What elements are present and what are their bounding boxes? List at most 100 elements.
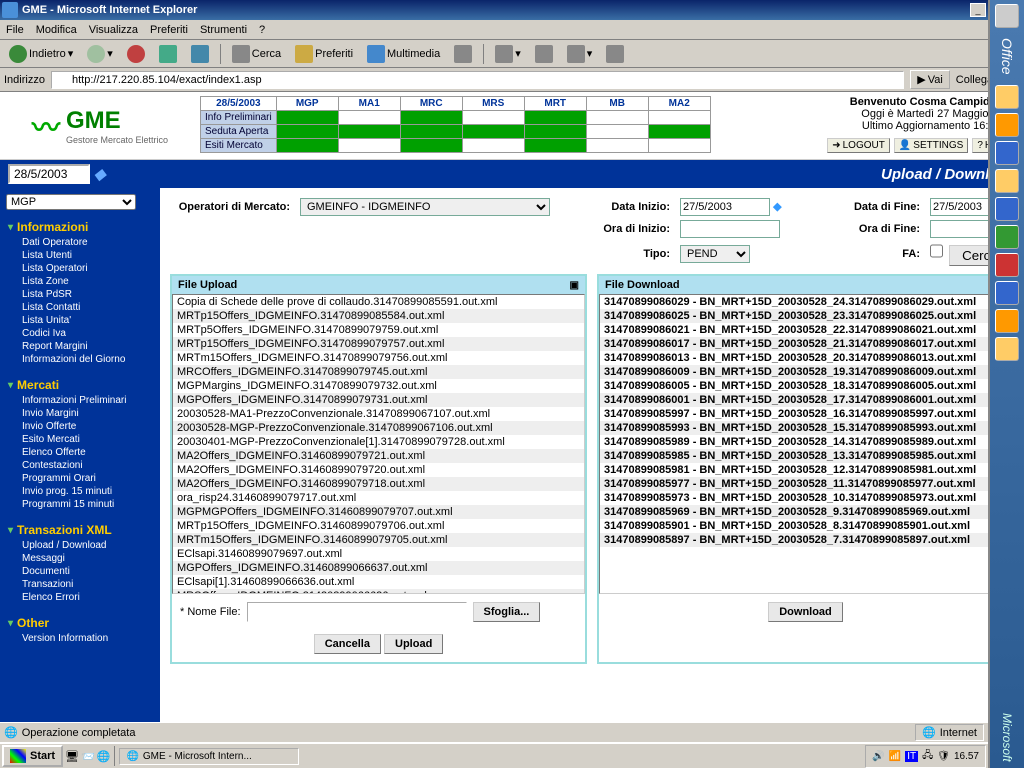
list-item[interactable]: MA2Offers_IDGMEINFO.31460899079721.out.x… — [173, 449, 584, 463]
list-item[interactable]: MRTp15Offers_IDGMEINFO.31470899085584.ou… — [173, 309, 584, 323]
minimize-button[interactable]: _ — [970, 3, 986, 17]
app-icon[interactable] — [995, 281, 1019, 305]
sidebar-item[interactable]: Upload / Download — [8, 539, 152, 552]
tipo-select[interactable]: PEND — [680, 245, 750, 263]
menu-visualizza[interactable]: Visualizza — [89, 24, 138, 36]
menu-modifica[interactable]: Modifica — [36, 24, 77, 36]
operator-select[interactable]: GMEINFO - IDGMEINFO — [300, 198, 550, 216]
list-item[interactable]: 31470899086021 - BN_MRT+15D_20030528_22.… — [600, 323, 1011, 337]
app-icon[interactable] — [995, 309, 1019, 333]
list-item[interactable]: MGPMargins_IDGMEINFO.31470899079732.out.… — [173, 379, 584, 393]
header-date-input[interactable] — [8, 164, 90, 184]
sidebar-item[interactable]: Lista Operatori — [8, 262, 152, 275]
app-icon[interactable] — [995, 253, 1019, 277]
list-item[interactable]: 20030528-MGP-PrezzoConvenzionale.3147089… — [173, 421, 584, 435]
app-icon[interactable] — [995, 85, 1019, 109]
mail-button[interactable]: ▾ — [490, 42, 526, 66]
tray-icon[interactable]: 🖧 — [922, 748, 933, 765]
nome-file-input[interactable] — [247, 602, 467, 622]
sidebar-item[interactable]: Elenco Errori — [8, 591, 152, 604]
app-icon[interactable] — [995, 337, 1019, 361]
address-input[interactable] — [51, 71, 904, 89]
sidebar-item[interactable]: Version Information — [8, 632, 152, 645]
list-item[interactable]: MRTm15Offers_IDGMEINFO.31460899079705.ou… — [173, 533, 584, 547]
quicklaunch-icon[interactable]: 🌐 — [97, 750, 111, 763]
tray-icon[interactable]: 📶 — [889, 751, 901, 762]
sidebar-item[interactable]: Invio prog. 15 minuti — [8, 485, 152, 498]
back-button[interactable]: Indietro ▾ — [4, 42, 78, 66]
favorites-button[interactable]: Preferiti — [290, 42, 358, 66]
data-inizio-input[interactable] — [680, 198, 770, 216]
list-item[interactable]: 31470899086009 - BN_MRT+15D_20030528_19.… — [600, 365, 1011, 379]
sidebar-item[interactable]: Informazioni Preliminari — [8, 394, 152, 407]
list-item[interactable]: 31470899085997 - BN_MRT+15D_20030528_16.… — [600, 407, 1011, 421]
tray-icon[interactable]: 🛡 — [937, 751, 950, 762]
calendar-icon[interactable]: ◆ — [773, 201, 781, 213]
sidebar-section[interactable]: Informazioni — [8, 220, 152, 234]
sidebar-item[interactable]: Lista Zone — [8, 275, 152, 288]
logout-button[interactable]: ➜ LOGOUT — [827, 138, 890, 153]
sidebar-item[interactable]: Informazioni del Giorno — [8, 353, 152, 366]
sidebar-item[interactable]: Documenti — [8, 565, 152, 578]
sidebar-item[interactable]: Lista Contatti — [8, 301, 152, 314]
collapse-icon[interactable]: ▣ — [570, 280, 579, 291]
sidebar-item[interactable]: Lista PdSR — [8, 288, 152, 301]
list-item[interactable]: 31470899086001 - BN_MRT+15D_20030528_17.… — [600, 393, 1011, 407]
sidebar-item[interactable]: Elenco Offerte — [8, 446, 152, 459]
list-item[interactable]: 31470899086005 - BN_MRT+15D_20030528_18.… — [600, 379, 1011, 393]
list-item[interactable]: MRTp15Offers_IDGMEINFO.31470899079757.ou… — [173, 337, 584, 351]
sidebar-item[interactable]: Messaggi — [8, 552, 152, 565]
sidebar-item[interactable]: Programmi Orari — [8, 472, 152, 485]
sidebar-item[interactable]: Esito Mercati — [8, 433, 152, 446]
app-icon[interactable] — [995, 197, 1019, 221]
stop-button[interactable] — [122, 42, 150, 66]
diamond-icon[interactable]: ◆ — [94, 165, 106, 183]
cancella-button[interactable]: Cancella — [314, 634, 381, 654]
list-item[interactable]: MGPOffers_IDGMEINFO.31470899079731.out.x… — [173, 393, 584, 407]
list-item[interactable]: 31470899085985 - BN_MRT+15D_20030528_13.… — [600, 449, 1011, 463]
app-icon[interactable] — [995, 169, 1019, 193]
office-icon[interactable] — [995, 4, 1019, 28]
sidebar-section[interactable]: Transazioni XML — [8, 523, 152, 537]
download-file-list[interactable]: 31470899086029 - BN_MRT+15D_20030528_24.… — [599, 294, 1012, 594]
sidebar-item[interactable]: Invio Margini — [8, 407, 152, 420]
list-item[interactable]: MRTp5Offers_IDGMEINFO.31470899079759.out… — [173, 323, 584, 337]
list-item[interactable]: 31470899085989 - BN_MRT+15D_20030528_14.… — [600, 435, 1011, 449]
sidebar-item[interactable]: Contestazioni — [8, 459, 152, 472]
refresh-button[interactable] — [154, 42, 182, 66]
list-item[interactable]: MRTp15Offers_IDGMEINFO.31460899079706.ou… — [173, 519, 584, 533]
quicklaunch-icon[interactable]: 📨 — [81, 750, 95, 763]
quicklaunch-icon[interactable]: 🖥 — [65, 750, 79, 763]
list-item[interactable]: MGPOffers_IDGMEINFO.31460899066637.out.x… — [173, 561, 584, 575]
list-item[interactable]: 31470899085973 - BN_MRT+15D_20030528_10.… — [600, 491, 1011, 505]
tray-lang[interactable]: IT — [905, 751, 918, 762]
sidebar-section[interactable]: Mercati — [8, 378, 152, 392]
search-button[interactable]: Cerca — [227, 42, 286, 66]
list-item[interactable]: MGPMGPOffers_IDGMEINFO.31460899079707.ou… — [173, 505, 584, 519]
list-item[interactable]: 31470899085977 - BN_MRT+15D_20030528_11.… — [600, 477, 1011, 491]
list-item[interactable]: Copia di Schede delle prove di collaudo.… — [173, 295, 584, 309]
list-item[interactable]: 31470899086025 - BN_MRT+15D_20030528_23.… — [600, 309, 1011, 323]
ora-inizio-input[interactable] — [680, 220, 780, 238]
tray-icon[interactable]: 🔊 — [872, 751, 884, 762]
list-item[interactable]: EClsapi[1].31460899066636.out.xml — [173, 575, 584, 589]
menu-help[interactable]: ? — [259, 24, 265, 36]
app-icon[interactable] — [995, 141, 1019, 165]
sidebar-item[interactable]: Programmi 15 minuti — [8, 498, 152, 511]
forward-button[interactable]: ▾ — [82, 42, 118, 66]
list-item[interactable]: 20030528-MA1-PrezzoConvenzionale.3147089… — [173, 407, 584, 421]
list-item[interactable]: MA2Offers_IDGMEINFO.31460899079718.out.x… — [173, 477, 584, 491]
sidebar-item[interactable]: Lista Utenti — [8, 249, 152, 262]
menu-strumenti[interactable]: Strumenti — [200, 24, 247, 36]
list-item[interactable]: 31470899085981 - BN_MRT+15D_20030528_12.… — [600, 463, 1011, 477]
list-item[interactable]: 31470899086013 - BN_MRT+15D_20030528_20.… — [600, 351, 1011, 365]
list-item[interactable]: MRTm15Offers_IDGMEINFO.31470899079756.ou… — [173, 351, 584, 365]
home-button[interactable] — [186, 42, 214, 66]
media-button[interactable]: Multimedia — [362, 42, 445, 66]
settings-button[interactable]: 👤 SETTINGS — [894, 138, 968, 153]
list-item[interactable]: 31470899085901 - BN_MRT+15D_20030528_8.3… — [600, 519, 1011, 533]
sidebar-item[interactable]: Lista Unita' — [8, 314, 152, 327]
app-icon[interactable] — [995, 225, 1019, 249]
sidebar-section[interactable]: Other — [8, 616, 152, 630]
sidebar-item[interactable]: Transazioni — [8, 578, 152, 591]
